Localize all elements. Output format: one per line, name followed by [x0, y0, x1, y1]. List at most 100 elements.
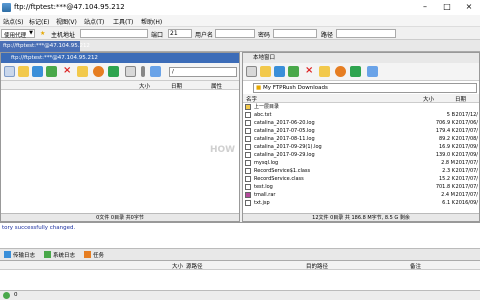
list-item[interactable]: abc.txt 5 B 2017/12/	[243, 111, 479, 119]
archive-icon	[245, 192, 251, 198]
tab-tasks[interactable]: 任务	[84, 251, 104, 259]
file-icon	[245, 168, 251, 174]
upload-icon[interactable]	[288, 66, 299, 77]
go-icon[interactable]	[108, 66, 119, 77]
remote-path-select[interactable]: /	[169, 67, 237, 77]
list-item[interactable]: catalina_2017-09-29.log 139.0 K 2017/09/	[243, 151, 479, 159]
log-icon	[44, 251, 51, 258]
queue-panel: 大小 源路径 目的路径 备注	[0, 260, 480, 290]
password-label: 密码	[258, 32, 271, 39]
file-icon	[245, 120, 251, 126]
list-item[interactable]: tmall.rar 2.4 M 2017/07/	[243, 191, 479, 199]
menu-mark[interactable]: 标记(E)	[29, 17, 49, 26]
col-size[interactable]: 大小	[172, 262, 183, 270]
connect-icon[interactable]	[4, 66, 15, 77]
list-item[interactable]: catalina_2017-07-05.log 179.4 K 2017/07/	[243, 127, 479, 135]
list-item[interactable]: 上一层目录	[243, 103, 479, 111]
proxy-select[interactable]: 使用代理 ▼	[1, 29, 35, 39]
log-line: tory successfully changed.	[2, 225, 76, 231]
monitor-icon[interactable]	[367, 66, 378, 77]
refresh-icon[interactable]	[274, 66, 285, 77]
remote-status: 0文件 0目录 共0字节	[1, 213, 239, 221]
transfer-icon[interactable]	[93, 66, 104, 77]
tab-system-log[interactable]: 系统日志	[44, 251, 75, 259]
new-folder-icon[interactable]	[77, 66, 88, 77]
task-icon	[84, 251, 91, 258]
list-item[interactable]: catalina_2017-08-11.log 89.2 K 2017/08/	[243, 135, 479, 143]
col-size[interactable]: 大小	[423, 95, 434, 103]
monitor-icon[interactable]	[150, 66, 161, 77]
list-item[interactable]: RecordService$1.class 2.3 K 2017/07/	[243, 167, 479, 175]
bottom-status-bar: 0	[0, 290, 480, 300]
col-dest[interactable]: 目的路径	[306, 262, 328, 270]
address-bar: 使用代理 ▼ ★ 主机地址 端口 21 用户名 密码 路径	[0, 27, 480, 40]
file-icon	[245, 160, 251, 166]
file-icon	[245, 152, 251, 158]
col-date[interactable]: 日期	[455, 95, 466, 103]
path-input[interactable]	[336, 29, 396, 38]
file-icon	[245, 112, 251, 118]
menu-tools[interactable]: 工具(T)	[113, 17, 133, 26]
upload-icon[interactable]	[46, 66, 57, 77]
bottom-tabs: 传输日志 系统日志 任务	[0, 248, 480, 260]
drive-icon[interactable]	[246, 66, 257, 77]
file-icon	[245, 184, 251, 190]
list-item[interactable]: catalina_2017-09-29(1).log 16.9 K 2017/09/	[243, 143, 479, 151]
tab-connection[interactable]: ftp://ftptest:***@47.104.95.212	[0, 41, 90, 52]
close-button[interactable]: ×	[458, 1, 480, 13]
delete-icon[interactable]: ×	[305, 65, 313, 76]
remote-pane: ftp://ftptest:***@47.104.95.212 × / 大小 日…	[0, 52, 240, 222]
maximize-button[interactable]: □	[436, 1, 458, 13]
new-folder-icon[interactable]	[319, 66, 330, 77]
status-icon	[3, 292, 10, 299]
up-folder-icon	[245, 104, 251, 110]
list-item[interactable]: mysql.log 2.8 M 2017/07/	[243, 159, 479, 167]
chevron-down-icon: ▼	[29, 30, 33, 36]
delete-icon[interactable]: ×	[63, 65, 71, 76]
list-item[interactable]: txt.jsp 6.1 K 2016/09/	[243, 199, 479, 207]
list-item[interactable]: RecordService.class 15.2 K 2017/07/	[243, 175, 479, 183]
local-toolbar: ×	[243, 63, 479, 81]
password-input[interactable]	[273, 29, 317, 38]
host-input[interactable]	[80, 29, 148, 38]
log-panel: tory successfully changed.	[0, 222, 480, 248]
local-pane: 本地窗口 × ■ My FTPRush Downloads 名字 大小 日期 上…	[242, 52, 480, 222]
col-size[interactable]: 大小	[139, 82, 150, 90]
file-icon	[245, 136, 251, 142]
menu-sites[interactable]: 站点(T)	[84, 17, 104, 26]
print-icon[interactable]	[125, 66, 136, 77]
go-icon[interactable]	[350, 66, 361, 77]
file-icon	[245, 200, 251, 206]
queue-column-header: 大小 源路径 目的路径 备注	[0, 261, 480, 270]
file-icon	[245, 176, 251, 182]
remote-column-header: 大小 日期 属性	[1, 81, 239, 90]
remote-pane-header: ftp://ftptest:***@47.104.95.212	[1, 53, 239, 63]
folder-icon: ■	[256, 85, 262, 91]
list-item[interactable]: test.log 701.8 K 2017/07/	[243, 183, 479, 191]
col-date[interactable]: 日期	[171, 82, 182, 90]
menu-bar: 站点(S) 标记(E) 视图(V) 站点(T) 工具(T) 帮助(H)	[0, 15, 480, 27]
tab-transfer-log[interactable]: 传输日志	[4, 251, 35, 259]
menu-help[interactable]: 帮助(H)	[141, 17, 162, 26]
col-name[interactable]: 名字	[246, 95, 257, 103]
port-input[interactable]: 21	[168, 29, 192, 38]
log-icon	[4, 251, 11, 258]
folder-icon[interactable]	[260, 66, 271, 77]
minimize-button[interactable]: –	[414, 1, 436, 13]
menu-view[interactable]: 视图(V)	[56, 17, 77, 26]
remote-toolbar: × /	[1, 63, 239, 81]
col-source[interactable]: 源路径	[186, 262, 203, 270]
list-item[interactable]: catalina_2017-06-20.log 706.9 K 2017/06/	[243, 119, 479, 127]
transfer-icon[interactable]	[335, 66, 346, 77]
menu-site[interactable]: 站点(S)	[3, 17, 24, 26]
refresh-icon[interactable]	[32, 66, 43, 77]
local-pane-header: 本地窗口	[243, 53, 479, 63]
title-bar: ftp://ftptest:***@47.104.95.212 – □ ×	[0, 0, 480, 15]
col-attr[interactable]: 属性	[211, 82, 222, 90]
folder-icon[interactable]	[18, 66, 29, 77]
star-icon[interactable]: ★	[40, 30, 45, 37]
separator-icon	[141, 66, 145, 77]
user-input[interactable]	[215, 29, 255, 38]
local-path-select[interactable]: ■ My FTPRush Downloads	[253, 83, 477, 93]
col-note[interactable]: 备注	[410, 262, 421, 270]
